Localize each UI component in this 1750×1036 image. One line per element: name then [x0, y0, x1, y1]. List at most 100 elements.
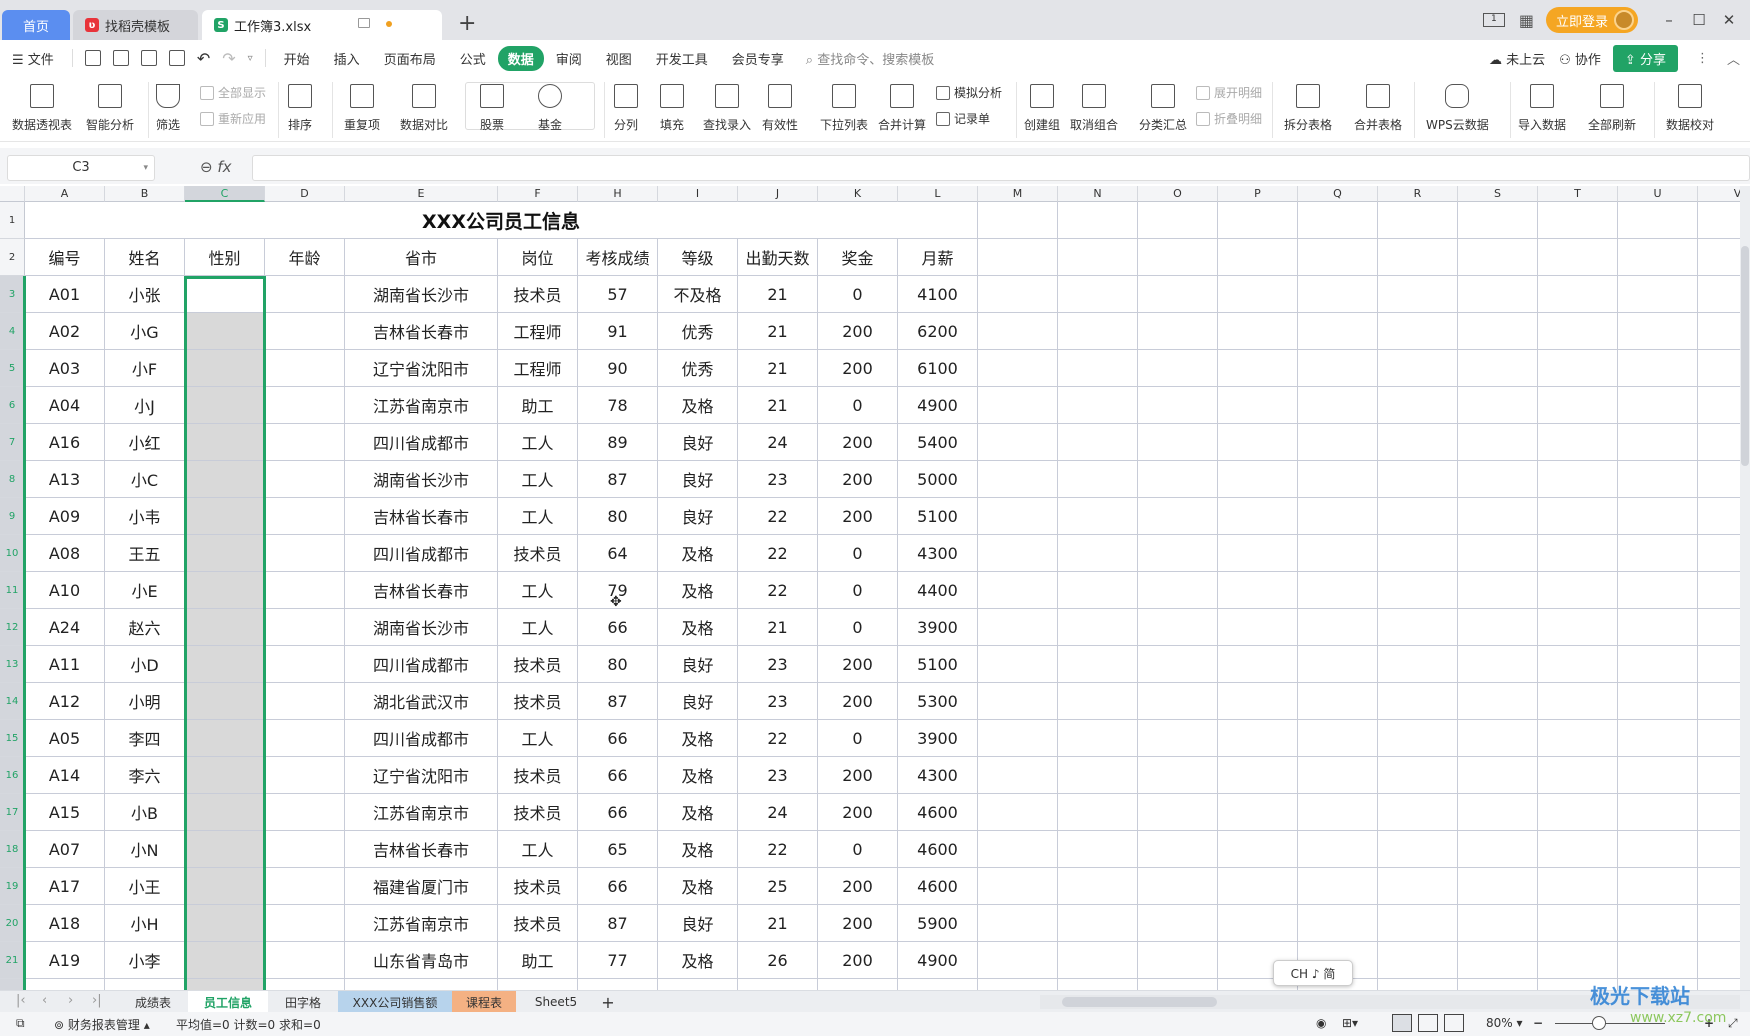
sheet-tab-sheet5[interactable]: Sheet5	[516, 991, 596, 1013]
cell[interactable]: 小E	[105, 572, 185, 609]
cell[interactable]	[1058, 979, 1138, 990]
maximize-button[interactable]: ☐	[1684, 11, 1714, 29]
cell[interactable]: 及格	[658, 387, 738, 424]
import-data-button[interactable]: 导入数据	[1518, 80, 1566, 133]
cell[interactable]: A18	[25, 905, 105, 942]
cell[interactable]: A02	[25, 313, 105, 350]
close-button[interactable]: ✕	[1714, 11, 1744, 29]
cell[interactable]	[1058, 239, 1138, 276]
vertical-scroll-thumb[interactable]	[1741, 246, 1749, 466]
cell[interactable]	[1538, 757, 1618, 794]
sort-button[interactable]: 排序	[288, 80, 312, 133]
header-cell[interactable]: 考核成绩	[578, 239, 658, 276]
cell[interactable]: 良好	[658, 646, 738, 683]
validity-button[interactable]: 有效性	[762, 80, 798, 133]
cell[interactable]	[1698, 461, 1740, 498]
cell[interactable]	[498, 979, 578, 990]
cell[interactable]	[1298, 757, 1378, 794]
cell[interactable]: 4100	[898, 276, 978, 313]
cell[interactable]	[1698, 609, 1740, 646]
cell[interactable]: 0	[818, 609, 898, 646]
cell[interactable]: 22	[738, 831, 818, 868]
cell[interactable]: 23	[738, 461, 818, 498]
cell[interactable]: 辽宁省沈阳市	[345, 350, 498, 387]
cell[interactable]	[1538, 350, 1618, 387]
cell[interactable]: 湖北省武汉市	[345, 683, 498, 720]
grid-apps-icon[interactable]: ▦	[1519, 11, 1534, 30]
cell[interactable]: A15	[25, 794, 105, 831]
cell[interactable]: 6200	[898, 313, 978, 350]
cell[interactable]: 80	[578, 498, 658, 535]
cell[interactable]	[265, 831, 345, 868]
cell[interactable]	[1138, 757, 1218, 794]
cell[interactable]	[1698, 498, 1740, 535]
cell[interactable]	[345, 979, 498, 990]
cell[interactable]	[1058, 498, 1138, 535]
menu-member[interactable]: 会员专享	[720, 49, 796, 68]
cell[interactable]	[1618, 313, 1698, 350]
cell[interactable]	[185, 757, 265, 794]
column-header-J[interactable]: J	[738, 186, 818, 202]
cell[interactable]	[1138, 572, 1218, 609]
cell[interactable]	[1218, 794, 1298, 831]
cell[interactable]	[1458, 350, 1538, 387]
cell[interactable]: 工人	[498, 831, 578, 868]
cell[interactable]: 25	[738, 868, 818, 905]
formula-input[interactable]	[252, 155, 1750, 181]
row-header-21[interactable]: 21	[0, 942, 25, 979]
cell[interactable]: 湖南省长沙市	[345, 276, 498, 313]
consolidate-button[interactable]: 合并计算	[878, 80, 926, 133]
cell[interactable]	[105, 979, 185, 990]
cell[interactable]	[265, 720, 345, 757]
cell[interactable]: A19	[25, 942, 105, 979]
cell[interactable]: 吉林省长春市	[345, 572, 498, 609]
cell[interactable]	[1138, 794, 1218, 831]
page-break-view-button[interactable]	[1444, 1014, 1464, 1032]
menu-insert[interactable]: 插入	[322, 49, 372, 68]
data-compare-button[interactable]: 数据对比	[400, 80, 448, 133]
cell[interactable]	[1378, 424, 1458, 461]
cell[interactable]	[978, 387, 1058, 424]
cell[interactable]	[1298, 202, 1378, 239]
cell[interactable]	[1618, 276, 1698, 313]
sheet-tab-employee-info[interactable]: 员工信息	[188, 991, 268, 1013]
cell[interactable]	[185, 609, 265, 646]
header-cell[interactable]: 岗位	[498, 239, 578, 276]
cell[interactable]	[1218, 239, 1298, 276]
split-table-button[interactable]: 拆分表格	[1284, 80, 1332, 133]
zoom-slider-handle[interactable]	[1592, 1016, 1606, 1030]
find-entry-button[interactable]: 查找录入	[703, 80, 751, 133]
zoom-level[interactable]: 80% ▾	[1486, 1016, 1523, 1030]
cell[interactable]	[1058, 942, 1138, 979]
cell[interactable]: 65	[578, 831, 658, 868]
cell[interactable]	[1538, 498, 1618, 535]
ungroup-button[interactable]: 取消组合	[1070, 80, 1118, 133]
cell[interactable]	[1378, 313, 1458, 350]
cell[interactable]	[1218, 387, 1298, 424]
row-header-1[interactable]: 1	[0, 202, 25, 239]
cell[interactable]	[738, 979, 818, 990]
cell[interactable]: A16	[25, 424, 105, 461]
zoom-formula-icon[interactable]: ⊖	[200, 158, 213, 176]
cell[interactable]: 24	[738, 424, 818, 461]
collab-button[interactable]: ⚇ 协作	[1559, 49, 1601, 68]
cell[interactable]: 小C	[105, 461, 185, 498]
cell[interactable]: 23	[738, 683, 818, 720]
cell[interactable]	[1298, 350, 1378, 387]
cell[interactable]	[265, 905, 345, 942]
cell[interactable]	[1138, 461, 1218, 498]
cell[interactable]: 66	[578, 609, 658, 646]
cell[interactable]	[1698, 387, 1740, 424]
freeze-pane-icon[interactable]: ⊞▾	[1342, 1016, 1358, 1030]
row-header-18[interactable]: 18	[0, 831, 25, 868]
cell[interactable]: 工人	[498, 720, 578, 757]
cell[interactable]	[1618, 609, 1698, 646]
cell[interactable]	[978, 757, 1058, 794]
cell[interactable]: 4600	[898, 794, 978, 831]
cell[interactable]	[1538, 461, 1618, 498]
cell[interactable]	[1618, 757, 1698, 794]
cell[interactable]: 小J	[105, 387, 185, 424]
cell[interactable]: 5000	[898, 461, 978, 498]
cell[interactable]: 0	[818, 572, 898, 609]
cell[interactable]	[1378, 461, 1458, 498]
